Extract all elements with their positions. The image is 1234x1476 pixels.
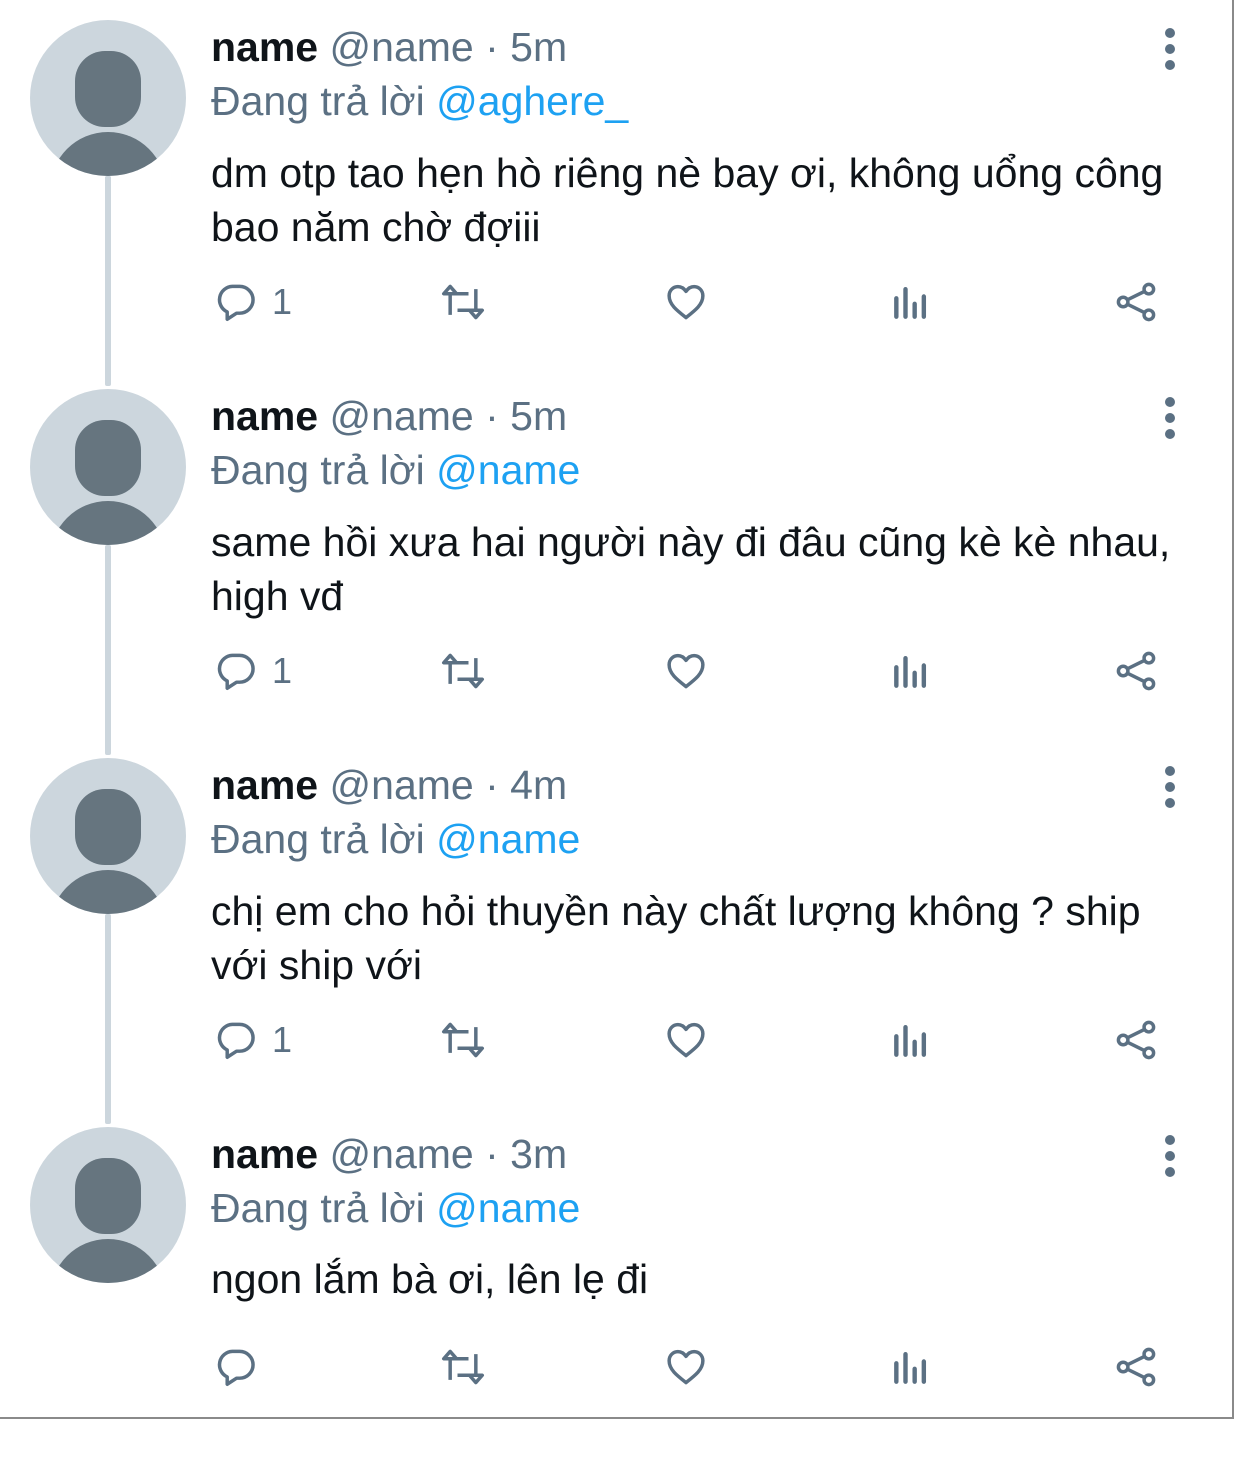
replying-to: Đang trả lời @name <box>211 1185 580 1231</box>
reply-icon <box>217 653 255 690</box>
tweet-header: name @name · 4m <box>211 762 567 808</box>
share-icon <box>1116 1020 1156 1060</box>
reply-button[interactable]: 1 <box>214 272 292 332</box>
separator-dot: · <box>473 762 511 808</box>
reply-icon <box>217 1349 255 1386</box>
replying-to: Đang trả lời @name <box>211 447 580 493</box>
display-name[interactable]: name <box>211 1131 318 1177</box>
analytics-button[interactable] <box>890 272 932 332</box>
avatar-icon[interactable] <box>30 1127 186 1283</box>
tweet-header: name @name · 5m <box>211 24 567 70</box>
display-name[interactable]: name <box>211 393 318 439</box>
like-icon <box>667 653 705 689</box>
share-button[interactable] <box>1113 1337 1159 1397</box>
share-button[interactable] <box>1113 272 1159 332</box>
user-handle[interactable]: @name <box>330 1131 474 1177</box>
avatar-icon[interactable] <box>30 389 186 545</box>
reply-icon <box>217 1022 255 1059</box>
user-handle[interactable]: @name <box>330 762 474 808</box>
replying-to: Đang trả lời @name <box>211 816 580 862</box>
analytics-button[interactable] <box>890 1337 932 1397</box>
replying-to-label: Đang trả lời <box>211 447 437 493</box>
reply-button[interactable] <box>214 1337 272 1397</box>
tweet[interactable]: name @name · 3m Đang trả lời @name ngon … <box>0 1107 1234 1476</box>
analytics-icon <box>894 1351 927 1384</box>
tweet-actions: 1 <box>0 641 1234 701</box>
reply-count: 1 <box>272 1019 293 1060</box>
share-button[interactable] <box>1113 641 1159 701</box>
tweet[interactable]: name @name · 5m Đang trả lời @aghere_ dm… <box>0 0 1234 386</box>
share-icon <box>1116 651 1156 691</box>
analytics-icon <box>894 655 927 688</box>
analytics-button[interactable] <box>890 1010 932 1070</box>
retweet-icon <box>442 284 484 320</box>
like-icon <box>667 1022 705 1058</box>
user-handle[interactable]: @name <box>330 393 474 439</box>
thread-line <box>105 176 111 196</box>
share-icon <box>1116 282 1156 322</box>
replying-to: Đang trả lời @aghere_ <box>211 78 628 124</box>
tweet-text: dm otp tao hẹn hò riêng nè bay ơi, không… <box>211 150 1164 250</box>
replying-to-label: Đang trả lời <box>211 1185 437 1231</box>
analytics-button[interactable] <box>890 641 932 701</box>
tweet-text: ngon lắm bà ơi, lên lẹ đi <box>211 1256 649 1302</box>
avatar-icon[interactable] <box>30 20 186 176</box>
reply-icon <box>217 284 255 321</box>
user-handle[interactable]: @name <box>330 24 474 70</box>
timestamp[interactable]: 5m <box>510 393 567 439</box>
reply-count: 1 <box>272 650 293 691</box>
separator-dot: · <box>473 393 511 439</box>
timestamp[interactable]: 5m <box>510 24 567 70</box>
reply-count: 1 <box>272 281 293 322</box>
avatar-icon[interactable] <box>30 758 186 914</box>
separator-dot: · <box>473 1131 511 1177</box>
more-icon[interactable] <box>1150 391 1190 445</box>
tweet[interactable]: name @name · 4m Đang trả lời @name chị e… <box>0 738 1234 1124</box>
display-name[interactable]: name <box>211 762 318 808</box>
more-icon[interactable] <box>1150 1129 1190 1183</box>
tweet-text: same hồi xưa hai người này đi đâu cũng k… <box>211 519 1171 619</box>
like-button[interactable] <box>663 272 709 332</box>
like-icon <box>667 1349 705 1385</box>
like-icon <box>667 284 705 320</box>
retweet-button[interactable] <box>438 1337 488 1397</box>
like-button[interactable] <box>663 641 709 701</box>
separator-dot: · <box>473 24 511 70</box>
replying-to-mention[interactable]: @name <box>436 816 580 862</box>
replying-to-mention[interactable]: @aghere_ <box>436 78 628 124</box>
share-button[interactable] <box>1113 1010 1159 1070</box>
reply-button[interactable]: 1 <box>214 641 292 701</box>
retweet-button[interactable] <box>438 272 488 332</box>
retweet-icon <box>442 653 484 689</box>
replying-to-label: Đang trả lời <box>211 816 437 862</box>
timestamp[interactable]: 3m <box>510 1131 567 1177</box>
retweet-icon <box>442 1349 484 1385</box>
retweet-icon <box>442 1022 484 1058</box>
display-name[interactable]: name <box>211 24 318 70</box>
analytics-icon <box>894 286 927 319</box>
tweet-actions <box>0 1337 1234 1397</box>
like-button[interactable] <box>663 1010 709 1070</box>
replying-to-mention[interactable]: @name <box>436 447 580 493</box>
reply-button[interactable]: 1 <box>214 1010 292 1070</box>
replying-to-label: Đang trả lời <box>211 78 437 124</box>
tweet-header: name @name · 3m <box>211 1131 567 1177</box>
more-icon[interactable] <box>1150 760 1190 814</box>
share-icon <box>1116 1347 1156 1387</box>
retweet-button[interactable] <box>438 641 488 701</box>
replying-to-mention[interactable]: @name <box>436 1185 580 1231</box>
timestamp[interactable]: 4m <box>510 762 567 808</box>
tweet-header: name @name · 5m <box>211 393 567 439</box>
tweet-actions: 1 <box>0 1010 1234 1070</box>
like-button[interactable] <box>663 1337 709 1397</box>
analytics-icon <box>894 1024 927 1057</box>
tweet-text: chị em cho hỏi thuyền này chất lượng khô… <box>211 888 1141 988</box>
retweet-button[interactable] <box>438 1010 488 1070</box>
tweet-actions: 1 <box>0 272 1234 332</box>
more-icon[interactable] <box>1150 22 1190 76</box>
tweet[interactable]: name @name · 5m Đang trả lời @name same … <box>0 176 1234 755</box>
